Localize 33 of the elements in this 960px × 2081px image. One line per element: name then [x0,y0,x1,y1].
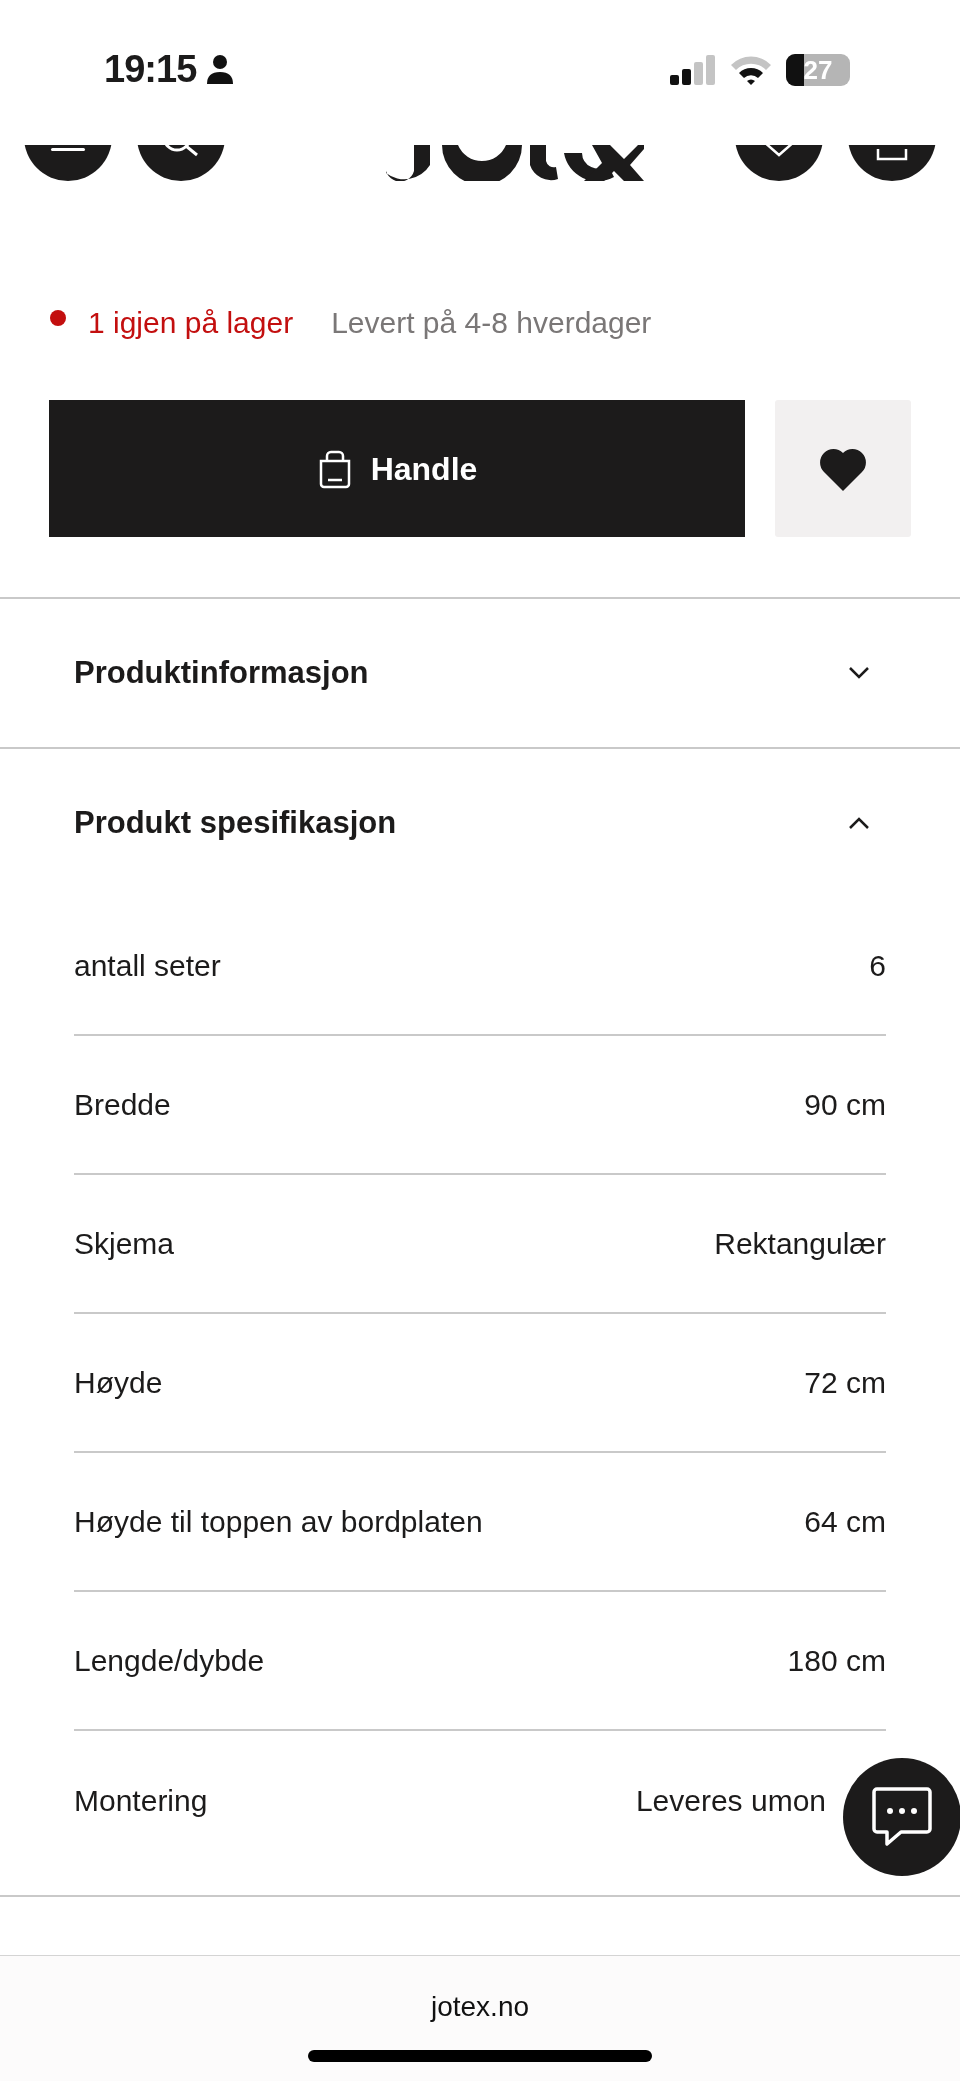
spec-label: Lengde/dybde [74,1643,265,1679]
spec-value: 90 cm [804,1087,886,1123]
logo-drawing[interactable] [386,145,644,181]
spec-value: 64 cm [804,1504,886,1540]
accordion-header[interactable]: Produktinformasjon [0,599,960,747]
spec-label: Skjema [74,1226,175,1262]
accordion-header[interactable]: Produkt spesifikasjon [0,749,960,897]
url-text[interactable]: jotex.no [430,1986,530,2028]
battery-icon: 27 [786,54,850,86]
person-icon [206,54,235,84]
favorite-button[interactable] [775,400,911,537]
heart-icon [819,446,867,491]
buy-button[interactable]: Handle [49,400,745,537]
spec-label: Bredde [74,1087,171,1123]
clock: 19:15 [104,50,197,88]
spec-value: Leveres umon [635,1783,826,1819]
spec-value: 180 cm [787,1643,886,1679]
chat-icon [871,1786,933,1848]
cart-button[interactable] [848,145,936,181]
delivery-time: Levert på 4-8 hverdager [331,304,652,341]
spec-value: Rektangulær [714,1226,886,1262]
search-button[interactable] [137,145,225,181]
signal-icon [670,55,716,85]
spec-label: Høyde [74,1365,163,1401]
spec-label: Montering [74,1783,208,1819]
wifi-icon [730,55,772,85]
spec-label: antall seter [74,948,221,984]
spec-label: Høyde til toppen av bordplaten [74,1504,483,1540]
menu-button[interactable] [24,145,112,181]
spec-value: 72 cm [804,1365,886,1401]
favorites-button[interactable] [735,145,823,181]
stock-status: 1 igjen på lager [88,304,294,341]
spec-value: 6 [869,948,886,984]
